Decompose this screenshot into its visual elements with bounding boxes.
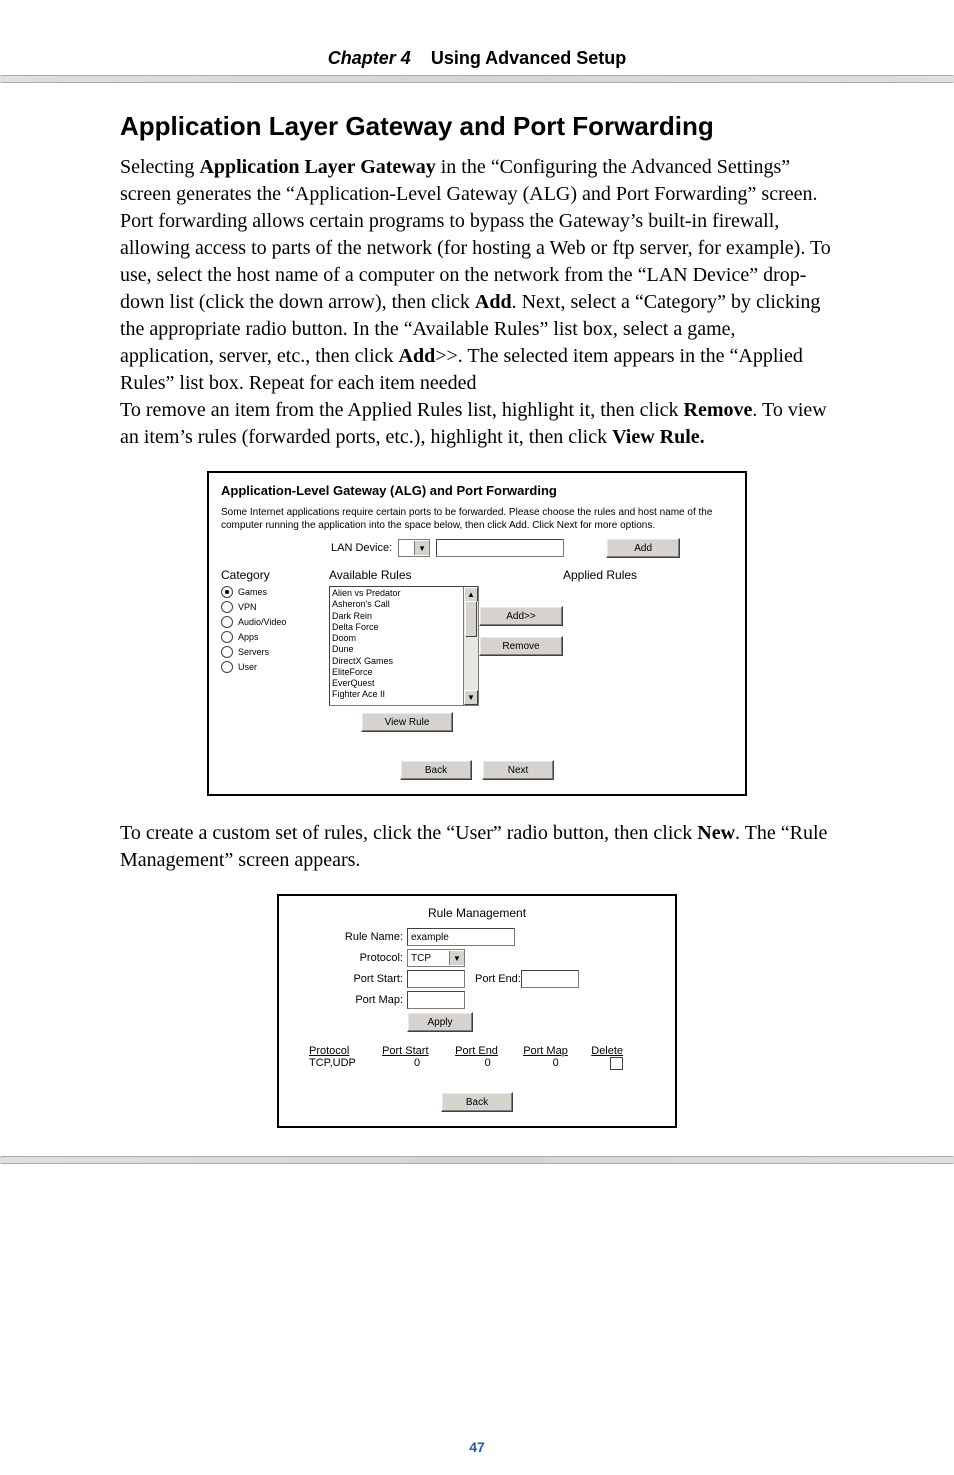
radio-icon	[221, 646, 233, 658]
port-start-label: Port Start:	[293, 973, 407, 985]
paragraph-1: Selecting Application Layer Gateway in t…	[120, 154, 834, 451]
radio-audio-video[interactable]: Audio/Video	[221, 616, 329, 628]
add-rule-button[interactable]: Add>>	[479, 606, 563, 626]
scroll-up-icon[interactable]: ▲	[464, 587, 478, 602]
available-rules-header: Available Rules	[329, 568, 479, 582]
list-item[interactable]: Dark Rein	[332, 611, 461, 622]
alg-intro: Some Internet applications require certa…	[221, 506, 733, 532]
lan-device-label: LAN Device:	[331, 542, 392, 554]
screenshot-rule-management: Rule Management Rule Name: example Proto…	[277, 894, 677, 1128]
chapter-header: Chapter 4 Using Advanced Setup	[120, 48, 834, 69]
delete-checkbox[interactable]	[610, 1057, 623, 1070]
chapter-title: Using Advanced Setup	[431, 48, 626, 68]
radio-servers[interactable]: Servers	[221, 646, 329, 658]
header-divider	[0, 75, 954, 83]
next-button[interactable]: Next	[482, 760, 554, 780]
paragraph-2: To create a custom set of rules, click t…	[120, 820, 834, 874]
scroll-thumb[interactable]	[465, 601, 477, 637]
chapter-number: Chapter 4	[328, 48, 411, 68]
port-map-input[interactable]	[407, 991, 465, 1009]
protocol-label: Protocol:	[293, 952, 407, 964]
radio-apps[interactable]: Apps	[221, 631, 329, 643]
list-item[interactable]: Fighter Ace II	[332, 689, 461, 700]
radio-icon	[221, 616, 233, 628]
list-item[interactable]: Alien vs Predator	[332, 588, 461, 599]
rule-table-row: TCP,UDP 0 0 0	[293, 1057, 661, 1070]
list-item[interactable]: Asheron's Call	[332, 599, 461, 610]
section-title: Application Layer Gateway and Port Forwa…	[120, 111, 834, 142]
available-rules-listbox[interactable]: Alien vs Predator Asheron's Call Dark Re…	[329, 586, 479, 706]
list-item[interactable]: EliteForce	[332, 667, 461, 678]
radio-games[interactable]: Games	[221, 586, 329, 598]
page-number: 47	[0, 1439, 954, 1455]
category-header: Category	[221, 568, 329, 582]
port-end-label: Port End:	[475, 973, 521, 985]
port-map-label: Port Map:	[293, 994, 407, 1006]
chevron-down-icon: ▼	[449, 951, 464, 965]
radio-icon	[221, 586, 233, 598]
port-start-input[interactable]	[407, 970, 465, 988]
screenshot-alg: Application-Level Gateway (ALG) and Port…	[207, 471, 747, 796]
view-rule-button[interactable]: View Rule	[361, 712, 453, 732]
list-item[interactable]: Doom	[332, 633, 461, 644]
scrollbar[interactable]: ▲ ▼	[463, 587, 478, 705]
radio-vpn[interactable]: VPN	[221, 601, 329, 613]
add-button[interactable]: Add	[606, 538, 680, 558]
list-item[interactable]: Dune	[332, 644, 461, 655]
lan-device-field[interactable]	[436, 539, 564, 557]
radio-user[interactable]: User	[221, 661, 329, 673]
scroll-down-icon[interactable]: ▼	[464, 690, 478, 705]
list-item[interactable]: EverQuest	[332, 678, 461, 689]
chevron-down-icon: ▼	[414, 541, 429, 555]
radio-icon	[221, 601, 233, 613]
back-button[interactable]: Back	[441, 1092, 513, 1112]
list-item[interactable]: DirectX Games	[332, 656, 461, 667]
lan-device-select[interactable]: ▼	[398, 539, 430, 557]
applied-rules-header: Applied Rules	[563, 568, 733, 582]
radio-icon	[221, 661, 233, 673]
radio-icon	[221, 631, 233, 643]
remove-rule-button[interactable]: Remove	[479, 636, 563, 656]
port-end-input[interactable]	[521, 970, 579, 988]
rule-table-header: Protocol Port Start Port End Port Map De…	[293, 1045, 661, 1057]
apply-button[interactable]: Apply	[407, 1012, 473, 1032]
rule-name-input[interactable]: example	[407, 928, 515, 946]
rule-management-title: Rule Management	[293, 906, 661, 920]
protocol-select[interactable]: TCP▼	[407, 949, 465, 967]
back-button[interactable]: Back	[400, 760, 472, 780]
list-item[interactable]: Delta Force	[332, 622, 461, 633]
alg-title: Application-Level Gateway (ALG) and Port…	[221, 483, 733, 498]
rule-name-label: Rule Name:	[293, 931, 407, 943]
footer-divider	[0, 1156, 954, 1164]
